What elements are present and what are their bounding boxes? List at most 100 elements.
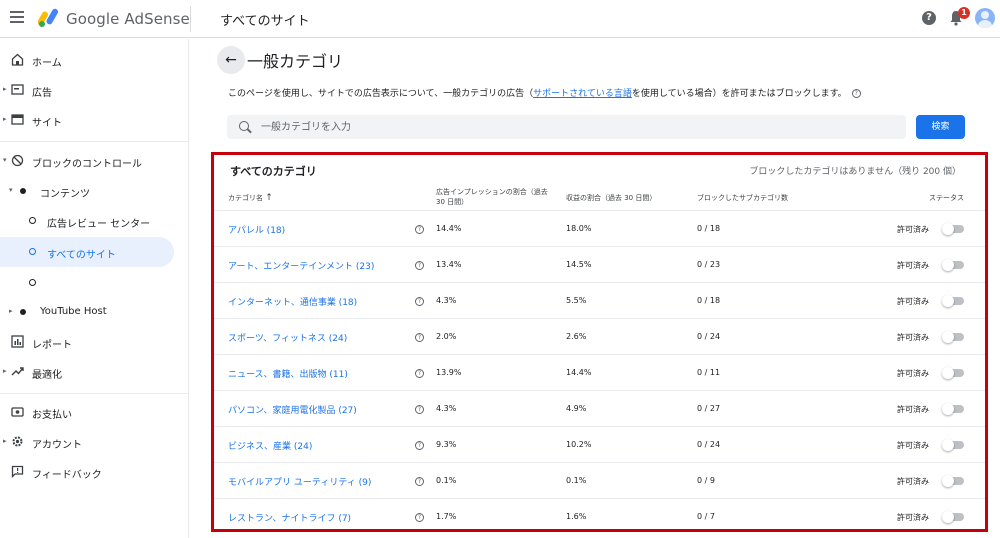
caret-right-icon: ▸ xyxy=(3,115,7,123)
help-icon[interactable]: ? xyxy=(415,225,424,234)
revenue-cell: 14.5% xyxy=(566,260,592,269)
column-header-label: 広告インプレッションの割合（過去 xyxy=(436,188,548,196)
toggle-knob xyxy=(942,403,954,415)
caret-right-icon: ▸ xyxy=(3,85,7,93)
table-row: ニュース、書籍、出版物 (11) ? 13.9% 14.4% 0 / 11 許可… xyxy=(214,354,985,390)
block-toggle[interactable] xyxy=(942,331,966,343)
category-link[interactable]: レストラン、ナイトライフ (7) xyxy=(228,511,351,524)
status-label: 許可済み xyxy=(897,405,929,414)
sidebar-item-label: YouTube Host xyxy=(40,306,107,317)
sidebar-item-label: フィードバック xyxy=(32,470,102,481)
sidebar-item-label: コンテンツ xyxy=(40,189,90,200)
help-icon[interactable]: ? xyxy=(415,405,424,414)
notification-badge: 1 xyxy=(958,7,970,19)
block-toggle[interactable] xyxy=(942,439,966,451)
ads-icon xyxy=(11,84,24,95)
sites-icon xyxy=(11,114,24,125)
category-link[interactable]: パソコン、家庭用電化製品 (27) xyxy=(228,403,357,416)
toggle-knob xyxy=(942,331,954,343)
bullet-ring-icon xyxy=(29,217,36,224)
help-icon[interactable]: ? xyxy=(415,261,424,270)
caret-right-icon: ▸ xyxy=(9,307,13,315)
sidebar-item-label: ホーム xyxy=(32,58,62,69)
sidebar-item-ads[interactable]: ▸ 広告 xyxy=(0,75,189,105)
category-link[interactable]: ニュース、書籍、出版物 (11) xyxy=(228,367,348,380)
bullet-ring-icon xyxy=(29,279,36,286)
help-icon[interactable]: ? xyxy=(415,297,424,306)
category-link[interactable]: モバイルアプリ ユーティリティ (9) xyxy=(228,475,371,488)
sidebar-item-label: レポート xyxy=(32,340,72,351)
help-icon[interactable]: ? xyxy=(922,11,936,25)
payments-icon xyxy=(11,407,24,417)
block-toggle[interactable] xyxy=(942,511,966,523)
category-search-input[interactable] xyxy=(261,115,891,139)
block-toggle[interactable] xyxy=(942,475,966,487)
sidebar-item-sites[interactable]: ▸ サイト xyxy=(0,105,189,135)
help-icon[interactable]: ? xyxy=(415,477,424,486)
help-icon[interactable]: ? xyxy=(415,333,424,342)
description-text: このページを使用し、サイトでの広告表示について、一般カテゴリの広告（ xyxy=(228,89,534,99)
sidebar-item-empty[interactable] xyxy=(0,268,189,298)
sidebar-item-payments[interactable]: お支払い xyxy=(0,397,189,427)
block-toggle[interactable] xyxy=(942,295,966,307)
revenue-cell: 5.5% xyxy=(566,296,587,305)
status-label: 許可済み xyxy=(897,513,929,522)
block-toggle[interactable] xyxy=(942,403,966,415)
sidebar-item-label: 広告 xyxy=(32,88,52,99)
categories-table-card: すべてのカテゴリ ブロックしたカテゴリはありません（残り 200 個） カテゴリ… xyxy=(211,152,988,532)
block-toggle[interactable] xyxy=(942,223,966,235)
blocked-cell: 0 / 18 xyxy=(697,224,721,233)
brand-name[interactable]: Google AdSense xyxy=(66,10,190,28)
back-arrow-icon[interactable]: ← xyxy=(217,46,245,74)
column-header-status: ステータス xyxy=(929,194,964,202)
sidebar-item-label: お支払い xyxy=(32,410,72,421)
category-link[interactable]: ビジネス、産業 (24) xyxy=(228,439,312,452)
category-link[interactable]: スポーツ、フィットネス (24) xyxy=(228,331,347,344)
menu-icon[interactable] xyxy=(10,11,24,25)
sidebar-item-ad-review-center[interactable]: 広告レビュー センター xyxy=(0,206,189,236)
help-icon[interactable]: ? xyxy=(415,441,424,450)
sidebar-item-account[interactable]: ▸ アカウント xyxy=(0,427,189,457)
caret-right-icon: ▸ xyxy=(3,367,7,375)
column-header-blocked-subcategories: ブロックしたサブカテゴリ数 xyxy=(697,194,788,202)
header-page-title: すべてのサイト xyxy=(220,14,310,29)
sidebar-item-feedback[interactable]: フィードバック xyxy=(0,457,189,487)
block-toggle[interactable] xyxy=(942,367,966,379)
category-link[interactable]: アート、エンターテインメント (23) xyxy=(228,259,374,272)
blocked-cell: 0 / 9 xyxy=(697,476,715,485)
toggle-knob xyxy=(942,367,954,379)
sidebar-item-optimize[interactable]: ▸ 最適化 xyxy=(0,357,189,387)
sidebar-item-all-sites[interactable]: すべてのサイト xyxy=(0,237,174,267)
column-header-category[interactable]: カテゴリ名 ↑ xyxy=(228,193,273,203)
home-icon xyxy=(11,53,24,66)
block-toggle[interactable] xyxy=(942,259,966,271)
revenue-cell: 18.0% xyxy=(566,224,592,233)
toggle-knob xyxy=(942,475,954,487)
sidebar-item-home[interactable]: ホーム xyxy=(0,45,189,75)
sidebar-item-label: ブロックのコントロール xyxy=(32,159,142,170)
avatar[interactable] xyxy=(975,8,995,28)
feedback-icon xyxy=(11,465,24,478)
gear-icon xyxy=(12,436,23,447)
revenue-cell: 14.4% xyxy=(566,368,592,377)
supported-languages-link[interactable]: サポートされている言語 xyxy=(533,89,632,99)
table-title: すべてのカテゴリ xyxy=(230,165,317,178)
sidebar-item-content[interactable]: ▾ コンテンツ xyxy=(0,176,189,206)
search-button[interactable]: 検索 xyxy=(916,115,965,139)
revenue-cell: 10.2% xyxy=(566,440,592,449)
impressions-cell: 4.3% xyxy=(436,404,457,413)
help-icon[interactable]: ? xyxy=(851,89,861,98)
sidebar-item-reports[interactable]: レポート xyxy=(0,327,189,357)
sidebar-item-youtube-host[interactable]: ▸ YouTube Host xyxy=(0,297,189,327)
category-link[interactable]: インターネット、通信事業 (18) xyxy=(228,295,357,308)
column-header-impressions: 広告インプレッションの割合（過去 30 日間） xyxy=(436,187,566,207)
help-icon[interactable]: ? xyxy=(415,513,424,522)
blocked-cell: 0 / 27 xyxy=(697,404,721,413)
revenue-cell: 2.6% xyxy=(566,332,587,341)
table-row: アート、エンターテインメント (23) ? 13.4% 14.5% 0 / 23… xyxy=(214,246,985,282)
category-link[interactable]: アパレル (18) xyxy=(228,223,285,236)
help-icon[interactable]: ? xyxy=(415,369,424,378)
sidebar-item-label: サイト xyxy=(32,118,62,129)
sidebar-item-blocking-controls[interactable]: ▾ ブロックのコントロール xyxy=(0,146,189,176)
bullet-icon xyxy=(20,188,26,194)
